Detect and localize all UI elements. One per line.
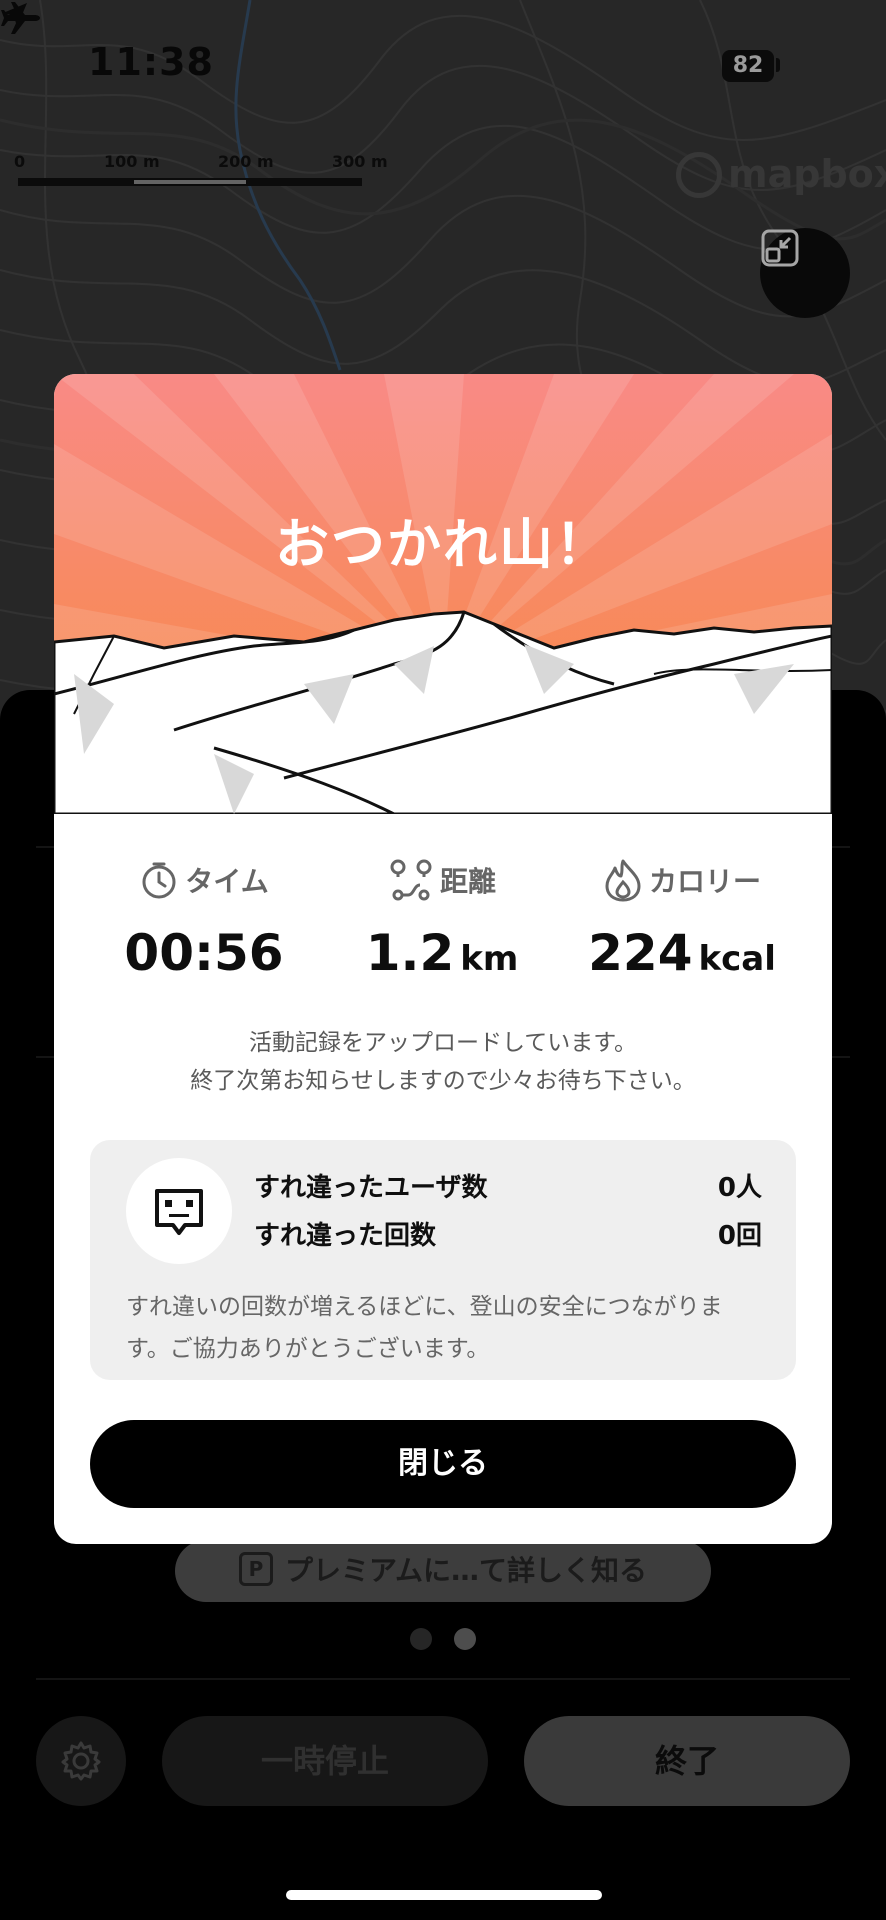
stat-distance-value: 1.2 km	[365, 924, 519, 982]
modal-title: おつかれ山！	[275, 513, 611, 576]
home-indicator[interactable]	[286, 1890, 602, 1900]
stat-distance-header: 距離	[322, 854, 562, 910]
stat-calories-label: カロリー	[648, 865, 761, 898]
passed-count-row: すれ違った回数 0回	[254, 1214, 762, 1258]
upload-message-line-2: 終了次第お知らせしますので少々お待ち下さい。	[190, 1068, 696, 1094]
stat-time-value: 00:56	[124, 924, 284, 982]
stat-calories-header: カロリー	[562, 854, 802, 910]
passing-note: すれ違いの回数が増えるほどに、登山の安全につながります。ご協力ありがとうございま…	[126, 1294, 723, 1362]
upload-message-line-1: 活動記録をアップロードしています。	[248, 1030, 637, 1056]
stat-distance: 距離 1.2 km	[322, 854, 562, 994]
summit-summary-modal: おつかれ山！ タイム 00:56 距離 1.2 km カロリー 224 kcal…	[54, 374, 832, 1544]
close-button[interactable]: 閉じる	[90, 1420, 796, 1508]
passed-count-label: すれ違った回数	[254, 1221, 437, 1251]
stat-distance-unit: km	[460, 939, 519, 979]
stat-calories: カロリー 224 kcal	[562, 854, 802, 994]
smiley-chat-icon	[155, 1189, 203, 1235]
passed-count-value: 0回	[717, 1221, 762, 1251]
passing-icon-badge	[126, 1158, 232, 1264]
passing-users-card: すれ違ったユーザ数 0人 すれ違った回数 0回 すれ違いの回数が増えるほどに、登…	[90, 1140, 796, 1380]
stopwatch-icon	[142, 862, 176, 899]
stat-distance-label: 距離	[439, 865, 496, 898]
passed-users-label: すれ違ったユーザ数	[254, 1173, 488, 1203]
route-icon	[390, 859, 432, 901]
stat-calories-unit: kcal	[698, 939, 776, 979]
stat-time-header: タイム	[84, 854, 324, 910]
stat-time-label: タイム	[185, 865, 269, 898]
stat-calories-value: 224 kcal	[588, 924, 776, 982]
activity-stats: タイム 00:56 距離 1.2 km カロリー 224 kcal	[54, 854, 832, 994]
upload-status-message: 活動記録をアップロードしています。 終了次第お知らせしますので少々お待ち下さい。	[54, 1024, 832, 1100]
stat-time: タイム 00:56	[84, 854, 324, 994]
flame-icon	[605, 859, 641, 902]
passed-users-row: すれ違ったユーザ数 0人	[254, 1166, 762, 1210]
passed-users-value: 0人	[717, 1173, 762, 1203]
mountain-sunburst-illustration	[54, 374, 832, 814]
